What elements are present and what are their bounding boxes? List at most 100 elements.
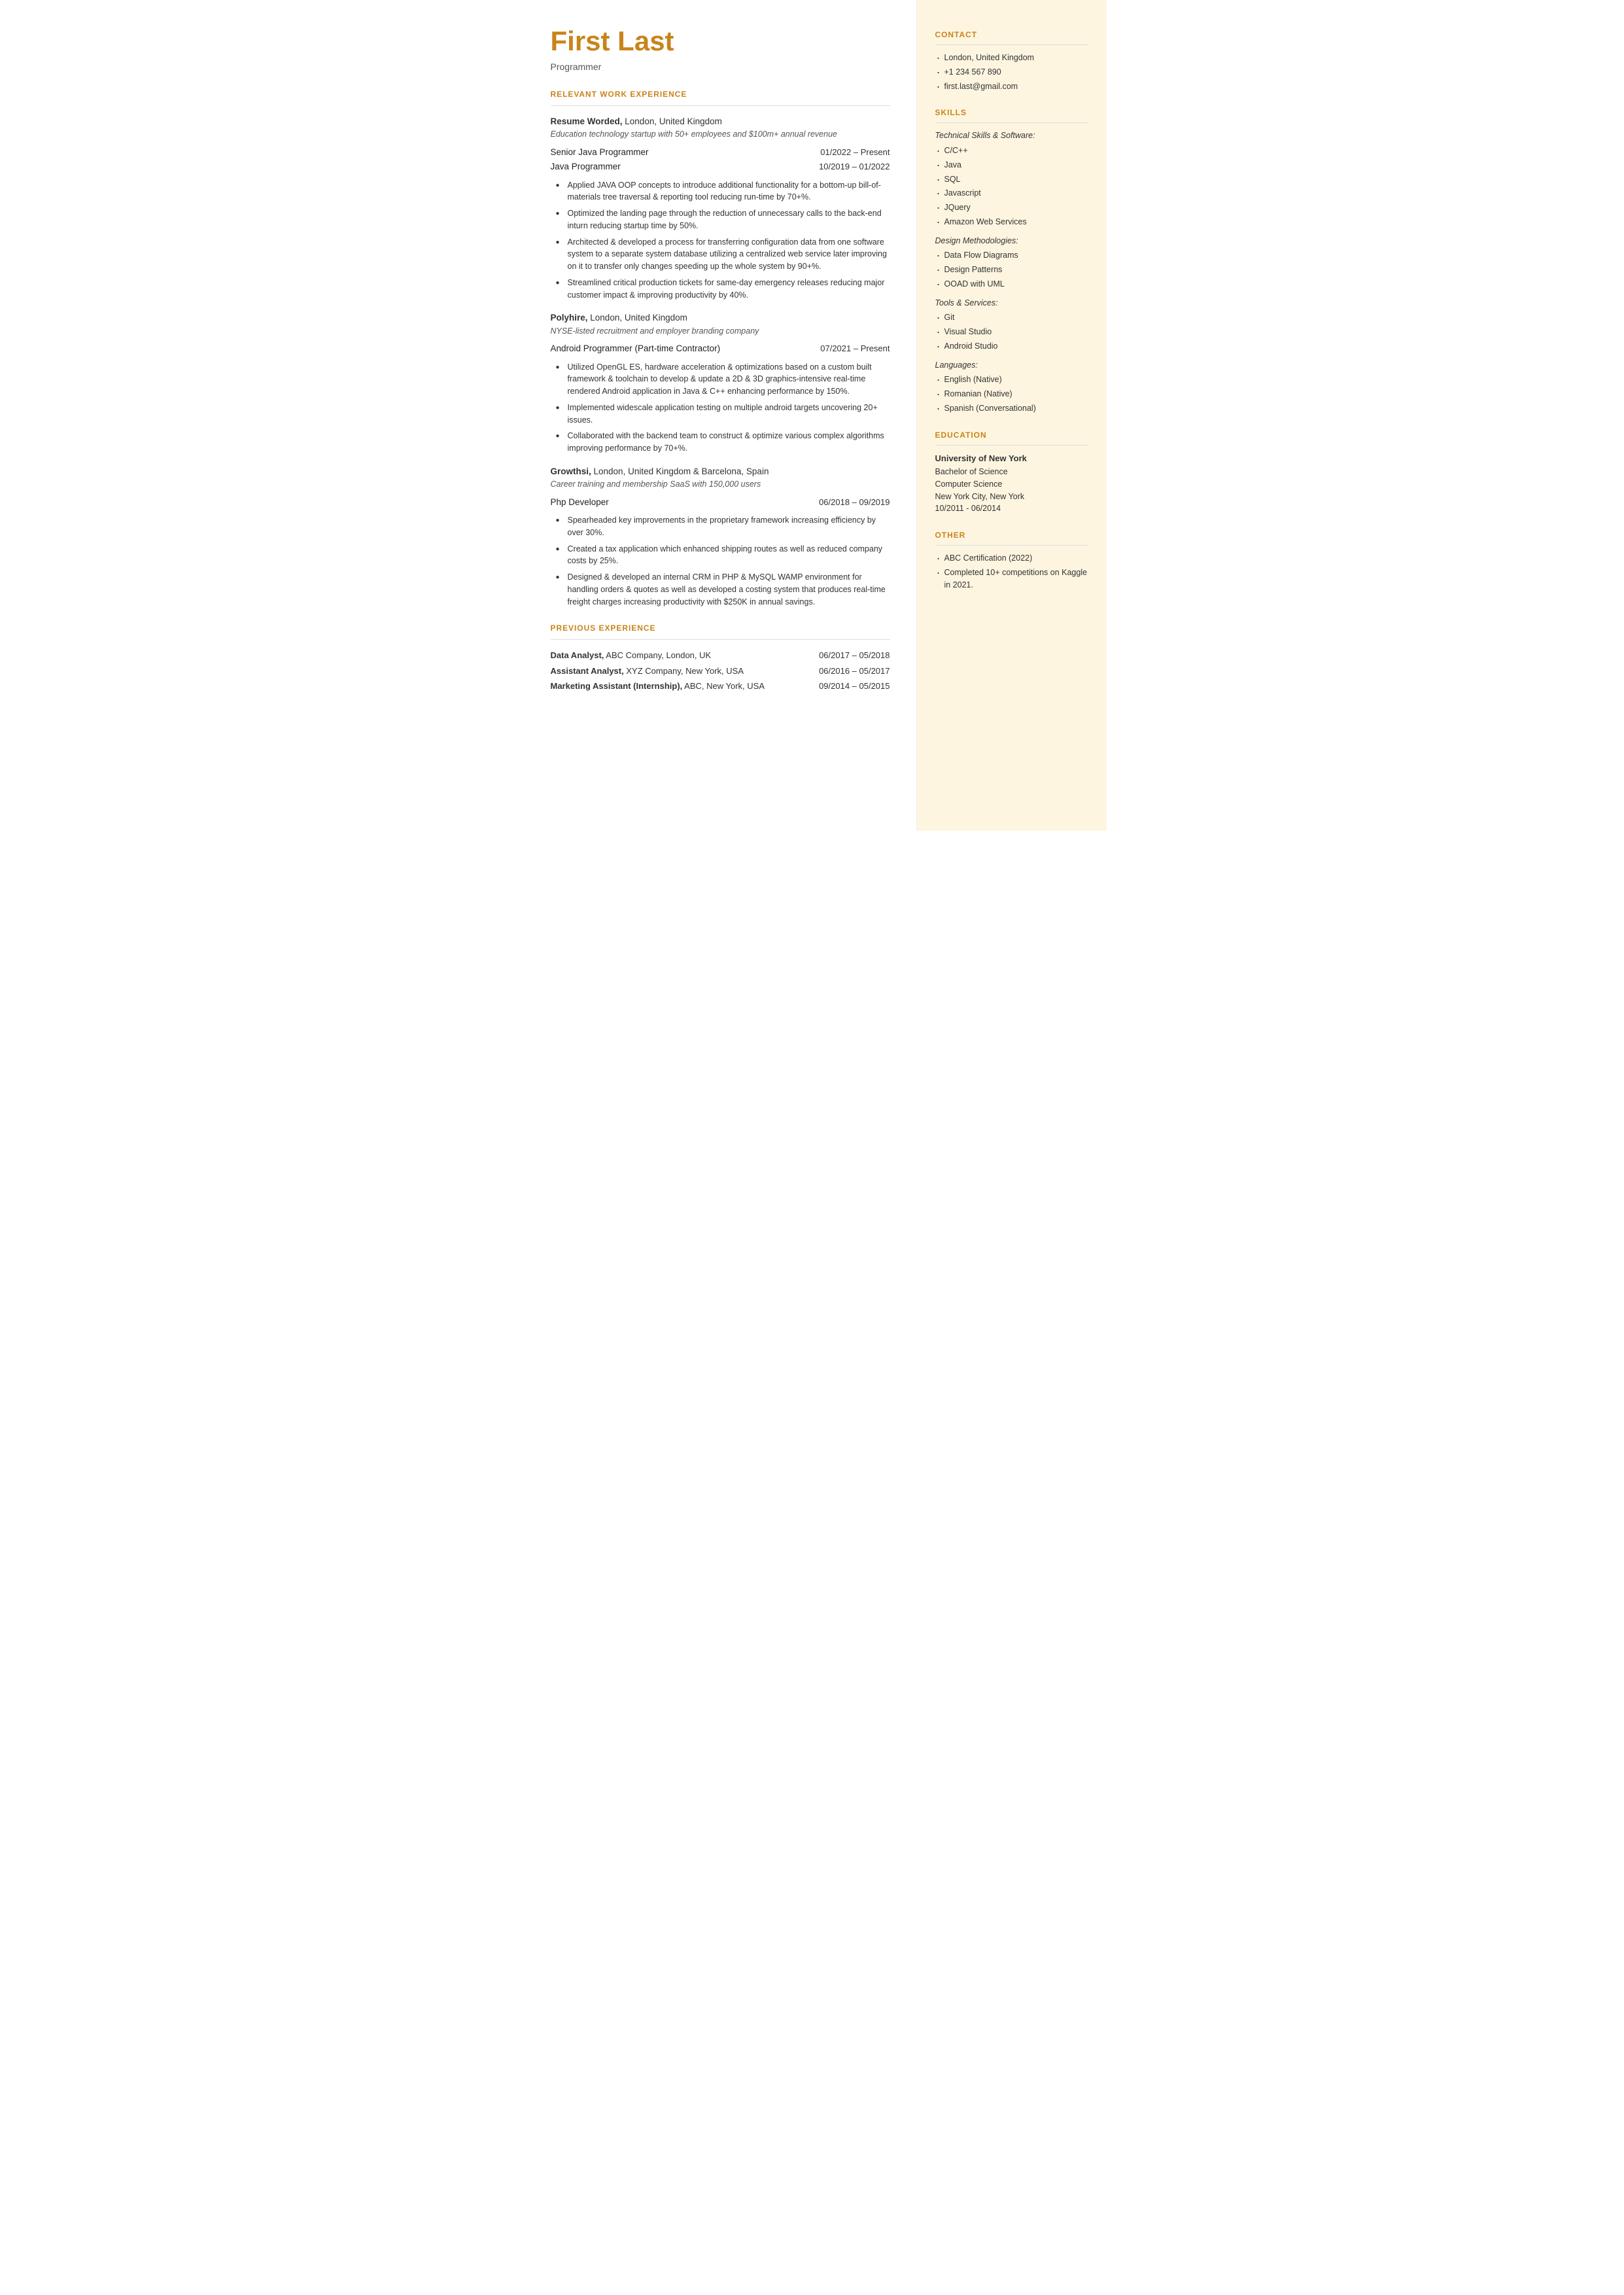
job-title-2a: Android Programmer (Part-time Contractor… <box>551 342 721 355</box>
skills-cat-design: Design Methodologies: <box>935 235 1088 247</box>
other-list: ABC Certification (2022) Completed 10+ c… <box>935 552 1088 591</box>
company-line-2: Polyhire, London, United Kingdom <box>551 311 890 324</box>
skill-java: Java <box>935 159 1088 171</box>
job-growthsi: Growthsi, London, United Kingdom & Barce… <box>551 465 890 608</box>
job-row-3a: Php Developer 06/2018 – 09/2019 <box>551 496 890 509</box>
bullet-3-1: Spearheaded key improvements in the prop… <box>556 514 890 539</box>
job-date-1b: 10/2019 – 01/2022 <box>819 160 890 173</box>
company-line-1: Resume Worded, London, United Kingdom <box>551 115 890 128</box>
job-title-3a: Php Developer <box>551 496 609 509</box>
divider-contact <box>935 44 1088 45</box>
skill-jquery: JQuery <box>935 201 1088 214</box>
right-column: CONTACT London, United Kingdom +1 234 56… <box>917 0 1107 831</box>
job-date-3a: 06/2018 – 09/2019 <box>819 496 890 509</box>
edu-school: University of New York <box>935 452 1088 465</box>
skills-cat-tools: Tools & Services: <box>935 297 1088 309</box>
company-desc-3: Career training and membership SaaS with… <box>551 478 890 491</box>
job-date-1a: 01/2022 – Present <box>820 146 890 159</box>
bullet-2-1: Utilized OpenGL ES, hardware acceleratio… <box>556 361 890 398</box>
skill-english: English (Native) <box>935 374 1088 386</box>
prev-job-2: Assistant Analyst, XYZ Company, New York… <box>551 665 890 678</box>
company-loc-2: London, United Kingdom <box>588 313 687 323</box>
education-header: EDUCATION <box>935 429 1088 441</box>
job-title-1b: Java Programmer <box>551 160 621 173</box>
other-item-1: ABC Certification (2022) <box>935 552 1088 565</box>
contact-header: CONTACT <box>935 29 1088 41</box>
other-section: OTHER ABC Certification (2022) Completed… <box>935 529 1088 591</box>
prev-job-3-label: Marketing Assistant (Internship), ABC, N… <box>551 680 765 693</box>
contact-location: London, United Kingdom <box>935 52 1088 64</box>
divider-other <box>935 545 1088 546</box>
skills-cat-technical: Technical Skills & Software: <box>935 130 1088 142</box>
job-polyhire: Polyhire, London, United Kingdom NYSE-li… <box>551 311 890 455</box>
relevant-work-header: RELEVANT WORK EXPERIENCE <box>551 88 890 100</box>
bullets-2: Utilized OpenGL ES, hardware acceleratio… <box>556 361 890 455</box>
prev-job-1: Data Analyst, ABC Company, London, UK 06… <box>551 649 890 662</box>
job-row-1a: Senior Java Programmer 01/2022 – Present <box>551 146 890 159</box>
prev-job-1-date: 06/2017 – 05/2018 <box>819 649 890 662</box>
job-title-1a: Senior Java Programmer <box>551 146 649 159</box>
skill-vs: Visual Studio <box>935 326 1088 338</box>
job-title: Programmer <box>551 60 890 74</box>
job-date-2a: 07/2021 – Present <box>820 342 890 355</box>
skills-list-technical: C/C++ Java SQL Javascript JQuery Amazon … <box>935 145 1088 228</box>
bullet-1-4: Streamlined critical production tickets … <box>556 277 890 302</box>
skills-section: SKILLS Technical Skills & Software: C/C+… <box>935 107 1088 414</box>
prev-job-1-label: Data Analyst, ABC Company, London, UK <box>551 649 712 662</box>
other-item-2: Completed 10+ competitions on Kaggle in … <box>935 567 1088 591</box>
skills-header: SKILLS <box>935 107 1088 118</box>
previous-exp-header: PREVIOUS EXPERIENCE <box>551 622 890 634</box>
skill-javascript: Javascript <box>935 187 1088 200</box>
company-loc-3: London, United Kingdom & Barcelona, Spai… <box>591 466 769 476</box>
company-desc-1: Education technology startup with 50+ em… <box>551 128 890 141</box>
skill-ooad: OOAD with UML <box>935 278 1088 290</box>
bullet-1-2: Optimized the landing page through the r… <box>556 207 890 232</box>
skills-list-languages: English (Native) Romanian (Native) Spani… <box>935 374 1088 414</box>
job-resumeworded: Resume Worded, London, United Kingdom Ed… <box>551 115 890 301</box>
skill-romanian: Romanian (Native) <box>935 388 1088 400</box>
name: First Last <box>551 26 890 56</box>
skill-cpp: C/C++ <box>935 145 1088 157</box>
bullet-3-2: Created a tax application which enhanced… <box>556 543 890 568</box>
skill-design-patterns: Design Patterns <box>935 264 1088 276</box>
left-column: First Last Programmer RELEVANT WORK EXPE… <box>518 0 917 831</box>
contact-section: CONTACT London, United Kingdom +1 234 56… <box>935 29 1088 92</box>
skill-android-studio: Android Studio <box>935 340 1088 353</box>
company-desc-2: NYSE-listed recruitment and employer bra… <box>551 325 890 338</box>
bullet-1-1: Applied JAVA OOP concepts to introduce a… <box>556 179 890 204</box>
prev-job-2-label: Assistant Analyst, XYZ Company, New York… <box>551 665 744 678</box>
prev-job-3: Marketing Assistant (Internship), ABC, N… <box>551 680 890 693</box>
bullet-2-2: Implemented widescale application testin… <box>556 402 890 427</box>
edu-location: New York City, New York <box>935 491 1088 503</box>
contact-phone: +1 234 567 890 <box>935 66 1088 79</box>
divider-relevant <box>551 105 890 106</box>
skill-sql: SQL <box>935 173 1088 186</box>
skill-dfd: Data Flow Diagrams <box>935 249 1088 262</box>
company-name-2: Polyhire, <box>551 313 588 323</box>
bullets-1: Applied JAVA OOP concepts to introduce a… <box>556 179 890 302</box>
contact-email: first.last@gmail.com <box>935 80 1088 93</box>
bullet-2-3: Collaborated with the backend team to co… <box>556 430 890 455</box>
skills-list-design: Data Flow Diagrams Design Patterns OOAD … <box>935 249 1088 290</box>
prev-job-3-date: 09/2014 – 05/2015 <box>819 680 890 693</box>
skill-aws: Amazon Web Services <box>935 216 1088 228</box>
company-name-1: Resume Worded, <box>551 116 623 126</box>
company-line-3: Growthsi, London, United Kingdom & Barce… <box>551 465 890 478</box>
prev-job-2-date: 06/2016 – 05/2017 <box>819 665 890 678</box>
relevant-work-section: RELEVANT WORK EXPERIENCE Resume Worded, … <box>551 88 890 608</box>
divider-skills <box>935 122 1088 123</box>
skills-cat-languages: Languages: <box>935 359 1088 372</box>
edu-field: Computer Science <box>935 478 1088 491</box>
contact-list: London, United Kingdom +1 234 567 890 fi… <box>935 52 1088 92</box>
education-section: EDUCATION University of New York Bachelo… <box>935 429 1088 516</box>
skill-git: Git <box>935 311 1088 324</box>
bullet-3-3: Designed & developed an internal CRM in … <box>556 571 890 608</box>
company-loc-1: London, United Kingdom <box>623 116 722 126</box>
company-name-3: Growthsi, <box>551 466 591 476</box>
other-header: OTHER <box>935 529 1088 541</box>
skills-list-tools: Git Visual Studio Android Studio <box>935 311 1088 352</box>
previous-exp-section: PREVIOUS EXPERIENCE Data Analyst, ABC Co… <box>551 622 890 693</box>
job-row-2a: Android Programmer (Part-time Contractor… <box>551 342 890 355</box>
divider-previous <box>551 639 890 640</box>
divider-education <box>935 445 1088 446</box>
